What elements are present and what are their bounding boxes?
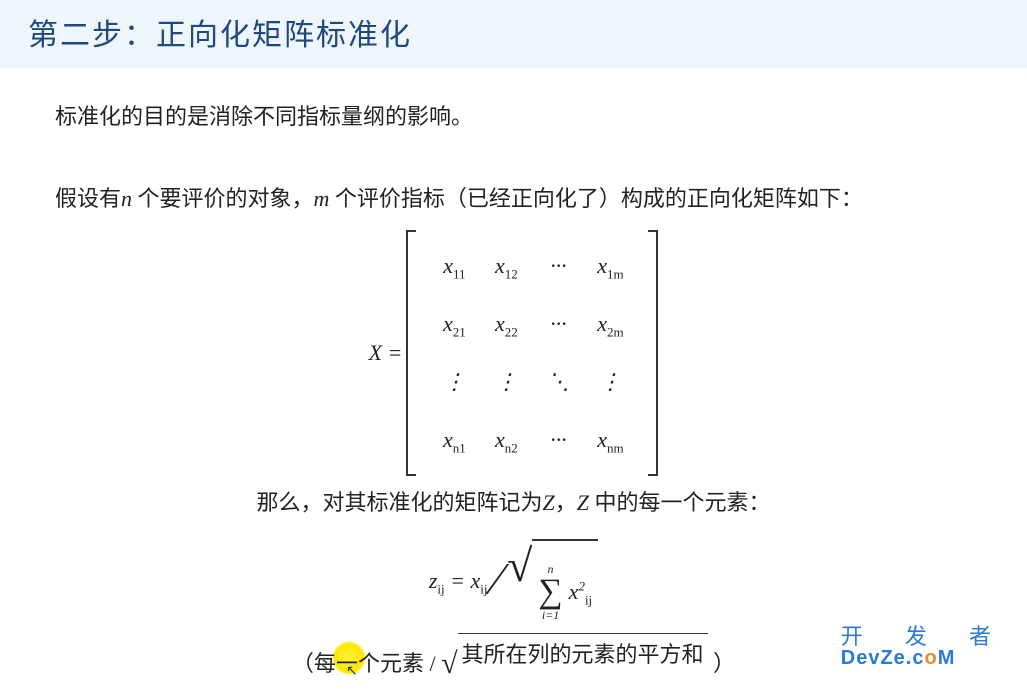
var-m: m xyxy=(314,186,330,211)
matrix-equation: X = x11 x12 ··· x1m x21 x22 ··· x2m ⋮ ⋮ xyxy=(55,230,972,476)
watermark: 开 发 者 DevZe.coM xyxy=(841,625,1009,669)
right-bracket-icon xyxy=(648,230,658,476)
text: ， xyxy=(555,490,577,515)
matrix-row: ⋮ ⋮ ⋱ ⋮ xyxy=(436,360,628,404)
left-bracket-icon xyxy=(406,230,416,476)
formula-zij: zij = xij ⁄ √ n ∑ i=1 x2ij xyxy=(55,537,972,624)
text: 那么，对其标准化的矩阵记为 xyxy=(256,490,542,515)
watermark-cn: 开 发 者 xyxy=(841,625,1009,648)
var-z: Z xyxy=(542,490,554,515)
cursor-highlight-icon: 一个↖ xyxy=(336,643,380,685)
var-z2: Z xyxy=(577,490,589,515)
content-body: 标准化的目的是消除不同指标量纲的影响。 假设有n 个要评价的对象，m 个评价指标… xyxy=(0,68,1027,690)
section-header: 第二步：正向化矩阵标准化 xyxy=(0,0,1027,68)
paragraph-z-intro: 那么，对其标准化的矩阵记为Z，Z 中的每一个元素： xyxy=(55,482,972,524)
matrix-row: x21 x22 ··· x2m xyxy=(436,302,628,346)
summation-icon: n ∑ i=1 xyxy=(538,563,562,621)
paragraph-purpose: 标准化的目的是消除不同指标量纲的影响。 xyxy=(55,96,972,138)
text: 中的每一个元素： xyxy=(589,490,771,515)
sqrt-expression: √ n ∑ i=1 x2ij xyxy=(507,539,598,623)
text: 元素 / xyxy=(380,651,441,676)
matrix-grid: x11 x12 ··· x1m x21 x22 ··· x2m ⋮ ⋮ ⋱ ⋮ xyxy=(420,230,644,476)
text: （每 xyxy=(292,651,336,676)
inline-sqrt: √其所在列的元素的平方和 xyxy=(441,633,707,690)
division-slash-icon: ⁄ xyxy=(489,535,505,622)
var-n: n xyxy=(121,186,132,211)
formula-description: （每一个↖元素 / √其所在列的元素的平方和 ） xyxy=(55,633,972,690)
matrix-row: xn1 xn2 ··· xnm xyxy=(436,418,628,462)
text: 个要评价的对象， xyxy=(132,186,314,211)
radical-icon: √ xyxy=(507,545,532,586)
section-title: 第二步：正向化矩阵标准化 xyxy=(28,19,412,52)
watermark-en: DevZe.coM xyxy=(841,648,1009,669)
text: 个评价指标（已经正向化了）构成的正向化矩阵如下： xyxy=(329,186,863,211)
matrix-lhs: X = xyxy=(369,332,403,374)
text: 假设有 xyxy=(55,186,121,211)
text: ） xyxy=(708,651,736,676)
radical-icon: √ xyxy=(441,635,457,692)
paragraph-assumption: 假设有n 个要评价的对象，m 个评价指标（已经正向化了）构成的正向化矩阵如下： xyxy=(55,178,972,220)
matrix-row: x11 x12 ··· x1m xyxy=(436,244,628,288)
